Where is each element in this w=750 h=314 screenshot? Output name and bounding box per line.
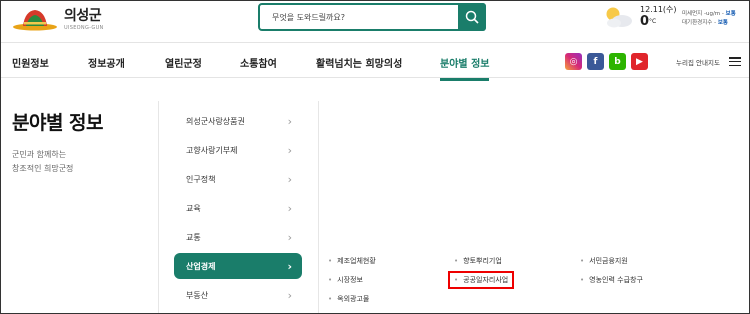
sublink-public-jobs[interactable]: • 공공일자리사업 xyxy=(448,271,515,289)
main-nav: 민원정보 정보공개 열린군정 소통참여 활력넘치는 희망의성 분야별 정보 ◎ … xyxy=(0,42,750,81)
site-logo[interactable]: 의성군 UISEONG-GUN xyxy=(12,5,104,31)
sublink-farm-labor[interactable]: • 영농인력 수급창구 xyxy=(576,273,647,287)
youtube-icon[interactable]: ▶ xyxy=(631,53,648,70)
logo-title: 의성군 xyxy=(64,8,102,24)
weather-temperature: 0°C xyxy=(640,14,657,29)
logo-subtitle: UISEONG-GUN xyxy=(64,25,104,31)
bullet-icon: • xyxy=(328,295,333,303)
blog-icon[interactable]: b xyxy=(609,53,626,70)
chevron-right-icon: › xyxy=(287,288,292,302)
weather-widget: 12.11(수) 0°C xyxy=(600,4,677,30)
bullet-icon: • xyxy=(580,257,585,265)
bullet-icon: • xyxy=(454,257,459,265)
nav-item-communication[interactable]: 소통참여 xyxy=(240,55,277,70)
column-divider xyxy=(158,101,159,314)
search-input[interactable] xyxy=(260,12,458,22)
submenu-item-gift-certificate[interactable]: 의성군사랑상품권 › xyxy=(174,108,302,134)
sitemap-link[interactable]: 누리집 안내지도 xyxy=(676,57,720,67)
sublink-market-info[interactable]: • 시장정보 xyxy=(324,273,367,287)
search-bar xyxy=(258,3,486,31)
submenu-item-hometown-donation[interactable]: 고향사랑기부제 › xyxy=(174,137,302,163)
submenu-item-transport[interactable]: 교통 › xyxy=(174,224,302,250)
submenu-item-industry-economy[interactable]: 산업경제 › xyxy=(174,253,302,279)
search-icon xyxy=(465,10,479,24)
air-index-badge: 보통 xyxy=(717,20,728,26)
nav-item-civil[interactable]: 민원정보 xyxy=(12,55,49,70)
logo-hat-icon xyxy=(13,10,57,31)
sublink-outdoor-ads[interactable]: • 옥외광고물 xyxy=(324,292,373,306)
bullet-icon: • xyxy=(328,257,333,265)
chevron-right-icon: › xyxy=(287,114,292,128)
slogan: 군민과 함께하는 창조적인 희망군정 xyxy=(12,150,74,173)
nav-item-info-disclosure[interactable]: 정보공개 xyxy=(88,55,125,70)
air-level-badge: 보통 xyxy=(725,11,736,17)
page-title: 분야별 정보 xyxy=(12,112,104,134)
sublink-manufacturers[interactable]: • 제조업체현황 xyxy=(324,254,380,268)
bullet-icon: • xyxy=(580,276,585,284)
chevron-right-icon: › xyxy=(287,230,292,244)
facebook-icon[interactable]: f xyxy=(587,53,604,70)
sublink-root-companies[interactable]: • 향토뿌리기업 xyxy=(450,254,506,268)
nav-item-vibrant-uiseong[interactable]: 활력넘치는 희망의성 xyxy=(316,55,402,70)
sublink-microfinance[interactable]: • 서민금융지원 xyxy=(576,254,632,268)
air-quality: 미세먼지 -ug/m - 보통 대기환경지수 - 보통 xyxy=(682,11,736,26)
chevron-right-icon: › xyxy=(287,259,292,273)
submenu-item-real-estate[interactable]: 부동산 › xyxy=(174,282,302,308)
chevron-right-icon: › xyxy=(287,143,292,157)
chevron-right-icon: › xyxy=(287,172,292,186)
column-divider xyxy=(318,101,319,314)
chevron-right-icon: › xyxy=(287,201,292,215)
menu-icon[interactable] xyxy=(729,57,741,66)
nav-item-field-info[interactable]: 분야별 정보 xyxy=(440,55,490,81)
sun-cloud-icon xyxy=(606,7,632,28)
instagram-icon[interactable]: ◎ xyxy=(565,53,582,70)
bullet-icon: • xyxy=(454,276,459,284)
submenu-item-population-policy[interactable]: 인구정책 › xyxy=(174,166,302,192)
bullet-icon: • xyxy=(328,276,333,284)
search-button[interactable] xyxy=(458,3,486,31)
nav-item-open-admin[interactable]: 열린군정 xyxy=(165,55,202,70)
submenu-item-education[interactable]: 교육 › xyxy=(174,195,302,221)
